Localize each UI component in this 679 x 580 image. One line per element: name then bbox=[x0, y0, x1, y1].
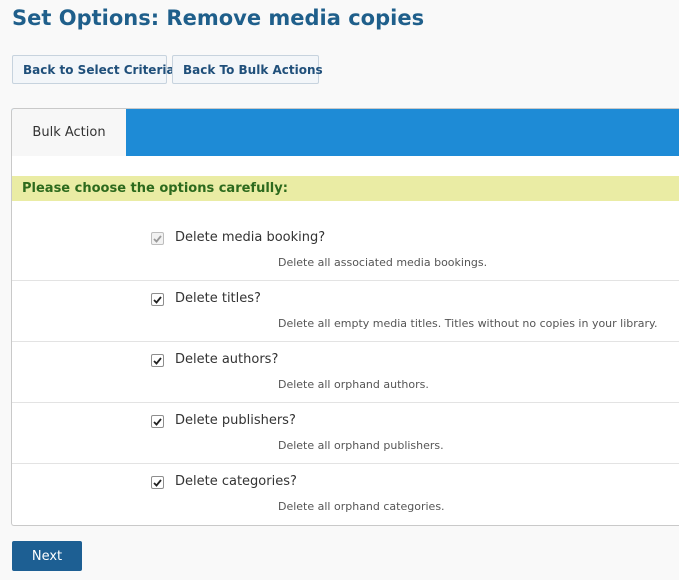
option-label: Delete authors? bbox=[175, 352, 279, 367]
tab-bulk-action[interactable]: Bulk Action bbox=[12, 109, 126, 156]
option-label: Delete publishers? bbox=[175, 413, 296, 428]
option-label: Delete categories? bbox=[175, 474, 297, 489]
categories-checkbox[interactable] bbox=[151, 476, 164, 489]
notice-banner: Please choose the options carefully: bbox=[12, 176, 679, 201]
option-row-categories: Delete categories? Delete all orphand ca… bbox=[12, 463, 679, 524]
back-to-select-criteria-button[interactable]: Back to Select Criteria bbox=[12, 55, 175, 84]
tab-bar: Bulk Action bbox=[12, 109, 679, 156]
checkmark-icon bbox=[153, 234, 162, 243]
option-row-publishers: Delete publishers? Delete all orphand pu… bbox=[12, 402, 679, 464]
option-description: Delete all orphand authors. bbox=[278, 378, 429, 391]
option-description: Delete all empty media titles. Titles wi… bbox=[278, 317, 658, 330]
checkmark-icon bbox=[153, 295, 162, 304]
titles-checkbox[interactable] bbox=[151, 293, 164, 306]
option-row-titles: Delete titles? Delete all empty media ti… bbox=[12, 280, 679, 342]
option-row-authors: Delete authors? Delete all orphand autho… bbox=[12, 341, 679, 403]
checkmark-icon bbox=[153, 478, 162, 487]
authors-checkbox[interactable] bbox=[151, 354, 164, 367]
option-description: Delete all associated media bookings. bbox=[278, 256, 488, 269]
media-booking-checkbox[interactable] bbox=[151, 232, 164, 245]
option-label: Delete titles? bbox=[175, 291, 261, 306]
checkmark-icon bbox=[153, 417, 162, 426]
option-description: Delete all orphand categories. bbox=[278, 500, 445, 513]
page-title: Set Options: Remove media copies bbox=[12, 6, 425, 30]
option-label: Delete media booking? bbox=[175, 230, 326, 245]
option-row-media-booking: Delete media booking? Delete all associa… bbox=[12, 219, 679, 281]
publishers-checkbox[interactable] bbox=[151, 415, 164, 428]
option-description: Delete all orphand publishers. bbox=[278, 439, 444, 452]
bulk-action-panel: Bulk Action Please choose the options ca… bbox=[11, 108, 679, 526]
back-to-bulk-actions-button[interactable]: Back To Bulk Actions bbox=[172, 55, 323, 84]
next-button[interactable]: Next bbox=[12, 541, 82, 571]
checkmark-icon bbox=[153, 356, 162, 365]
